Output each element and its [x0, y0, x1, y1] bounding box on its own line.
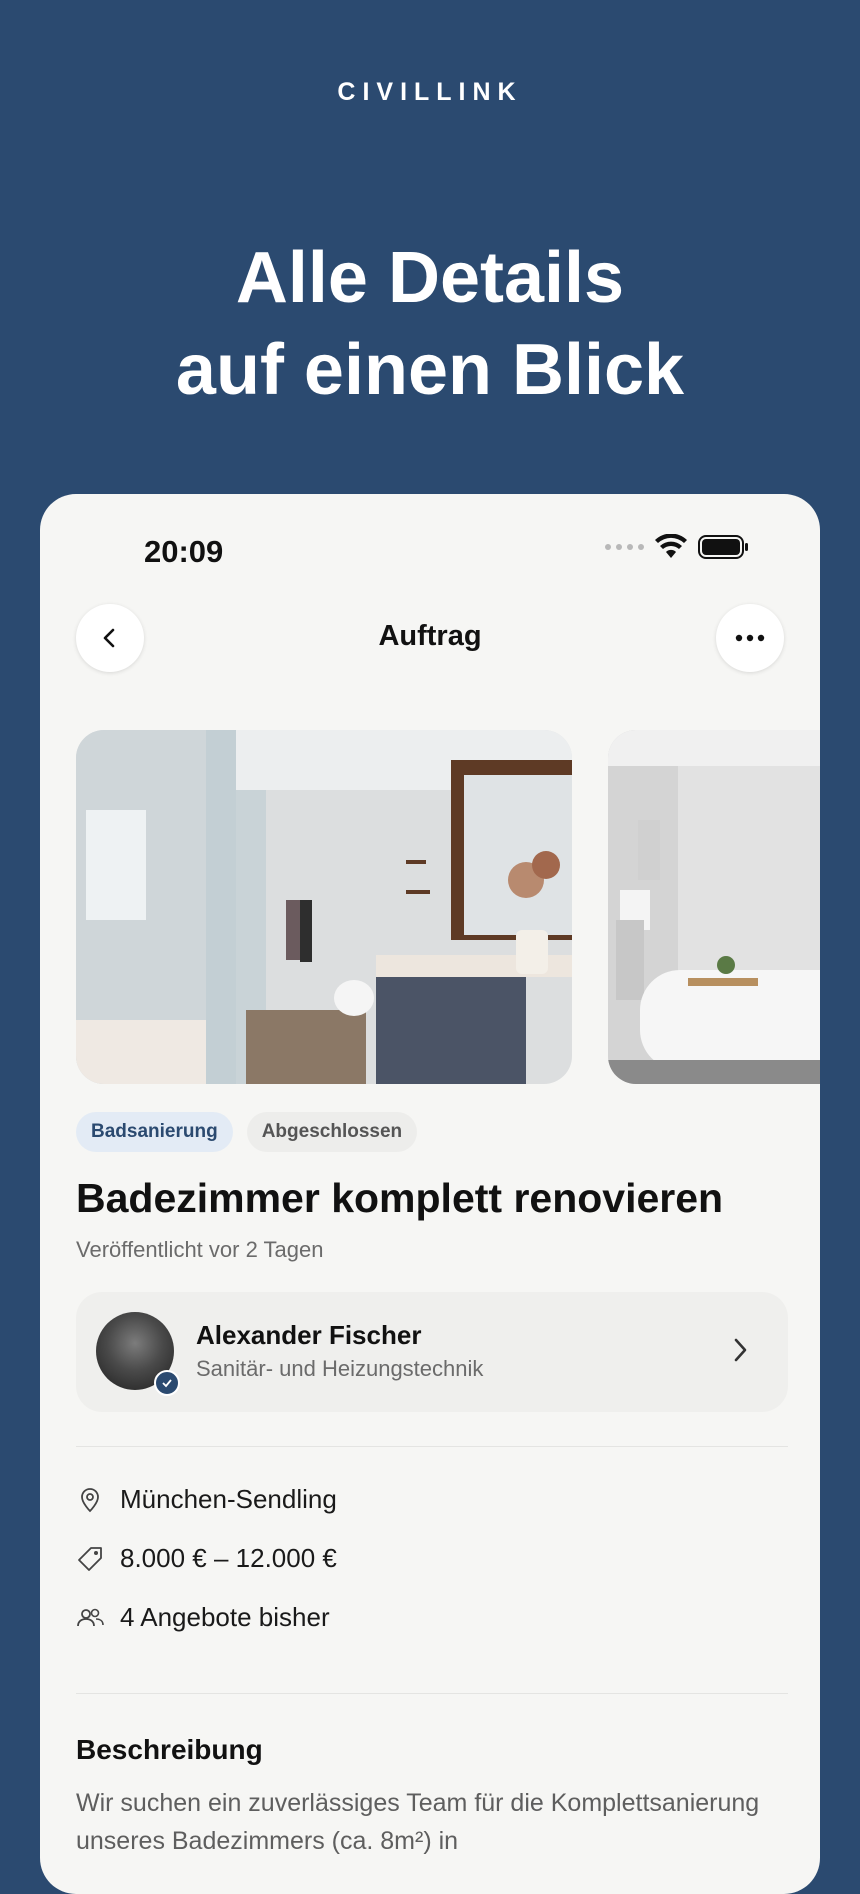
verified-check-icon	[154, 1370, 180, 1396]
budget-row: 8.000 € – 12.000 €	[76, 1543, 337, 1574]
price-tag-icon	[78, 1546, 102, 1571]
status-time: 20:09	[144, 534, 224, 569]
page-title: Auftrag	[378, 620, 482, 652]
brand-name: CIVILLINK	[337, 78, 523, 106]
contractor-card[interactable]: Alexander Fischer Sanitär- und Heizungst…	[76, 1292, 788, 1412]
description-title: Beschreibung	[76, 1734, 263, 1765]
phone-screen: 20:09 Auftrag Badsanierung Abgeschlossen…	[40, 494, 820, 1894]
offers-row: 4 Angebote bisher	[76, 1602, 330, 1633]
job-photo-2[interactable]	[608, 730, 820, 1084]
tag-list: Badsanierung Abgeschlossen	[76, 1112, 418, 1152]
location-row: München-Sendling	[76, 1484, 337, 1515]
location-pin-icon	[81, 1487, 99, 1512]
divider	[76, 1446, 788, 1447]
ellipsis-icon	[735, 634, 765, 642]
published-date: Veröffentlicht vor 2 Tagen	[76, 1237, 324, 1262]
offers-text: 4 Angebote bisher	[120, 1602, 330, 1632]
headline-line-2: auf einen Blick	[175, 330, 685, 410]
headline: Alle Details auf einen Blick	[0, 232, 860, 416]
category-tag: Badsanierung	[76, 1112, 233, 1152]
divider	[76, 1693, 788, 1694]
bathroom-photo-image	[76, 730, 572, 1084]
description-text: Wir suchen ein zuverlässiges Team für di…	[76, 1789, 760, 1855]
cellular-signal-icon	[605, 544, 644, 550]
battery-icon	[698, 535, 748, 559]
job-title: Badezimmer komplett renovieren	[76, 1175, 724, 1221]
users-icon	[77, 1608, 104, 1626]
contractor-trade: Sanitär- und Heizungstechnik	[196, 1356, 484, 1381]
headline-line-1: Alle Details	[235, 238, 625, 318]
job-photo-1[interactable]	[76, 730, 572, 1084]
status-icons	[605, 534, 750, 560]
more-options-button[interactable]	[716, 604, 784, 672]
location-text: München-Sendling	[120, 1484, 337, 1514]
contractor-name: Alexander Fischer	[196, 1320, 422, 1350]
bathtub-photo-image	[608, 730, 820, 1084]
status-tag: Abgeschlossen	[246, 1112, 418, 1152]
wifi-icon	[655, 534, 687, 558]
chevron-right-icon	[734, 1338, 747, 1362]
budget-text: 8.000 € – 12.000 €	[120, 1543, 337, 1573]
